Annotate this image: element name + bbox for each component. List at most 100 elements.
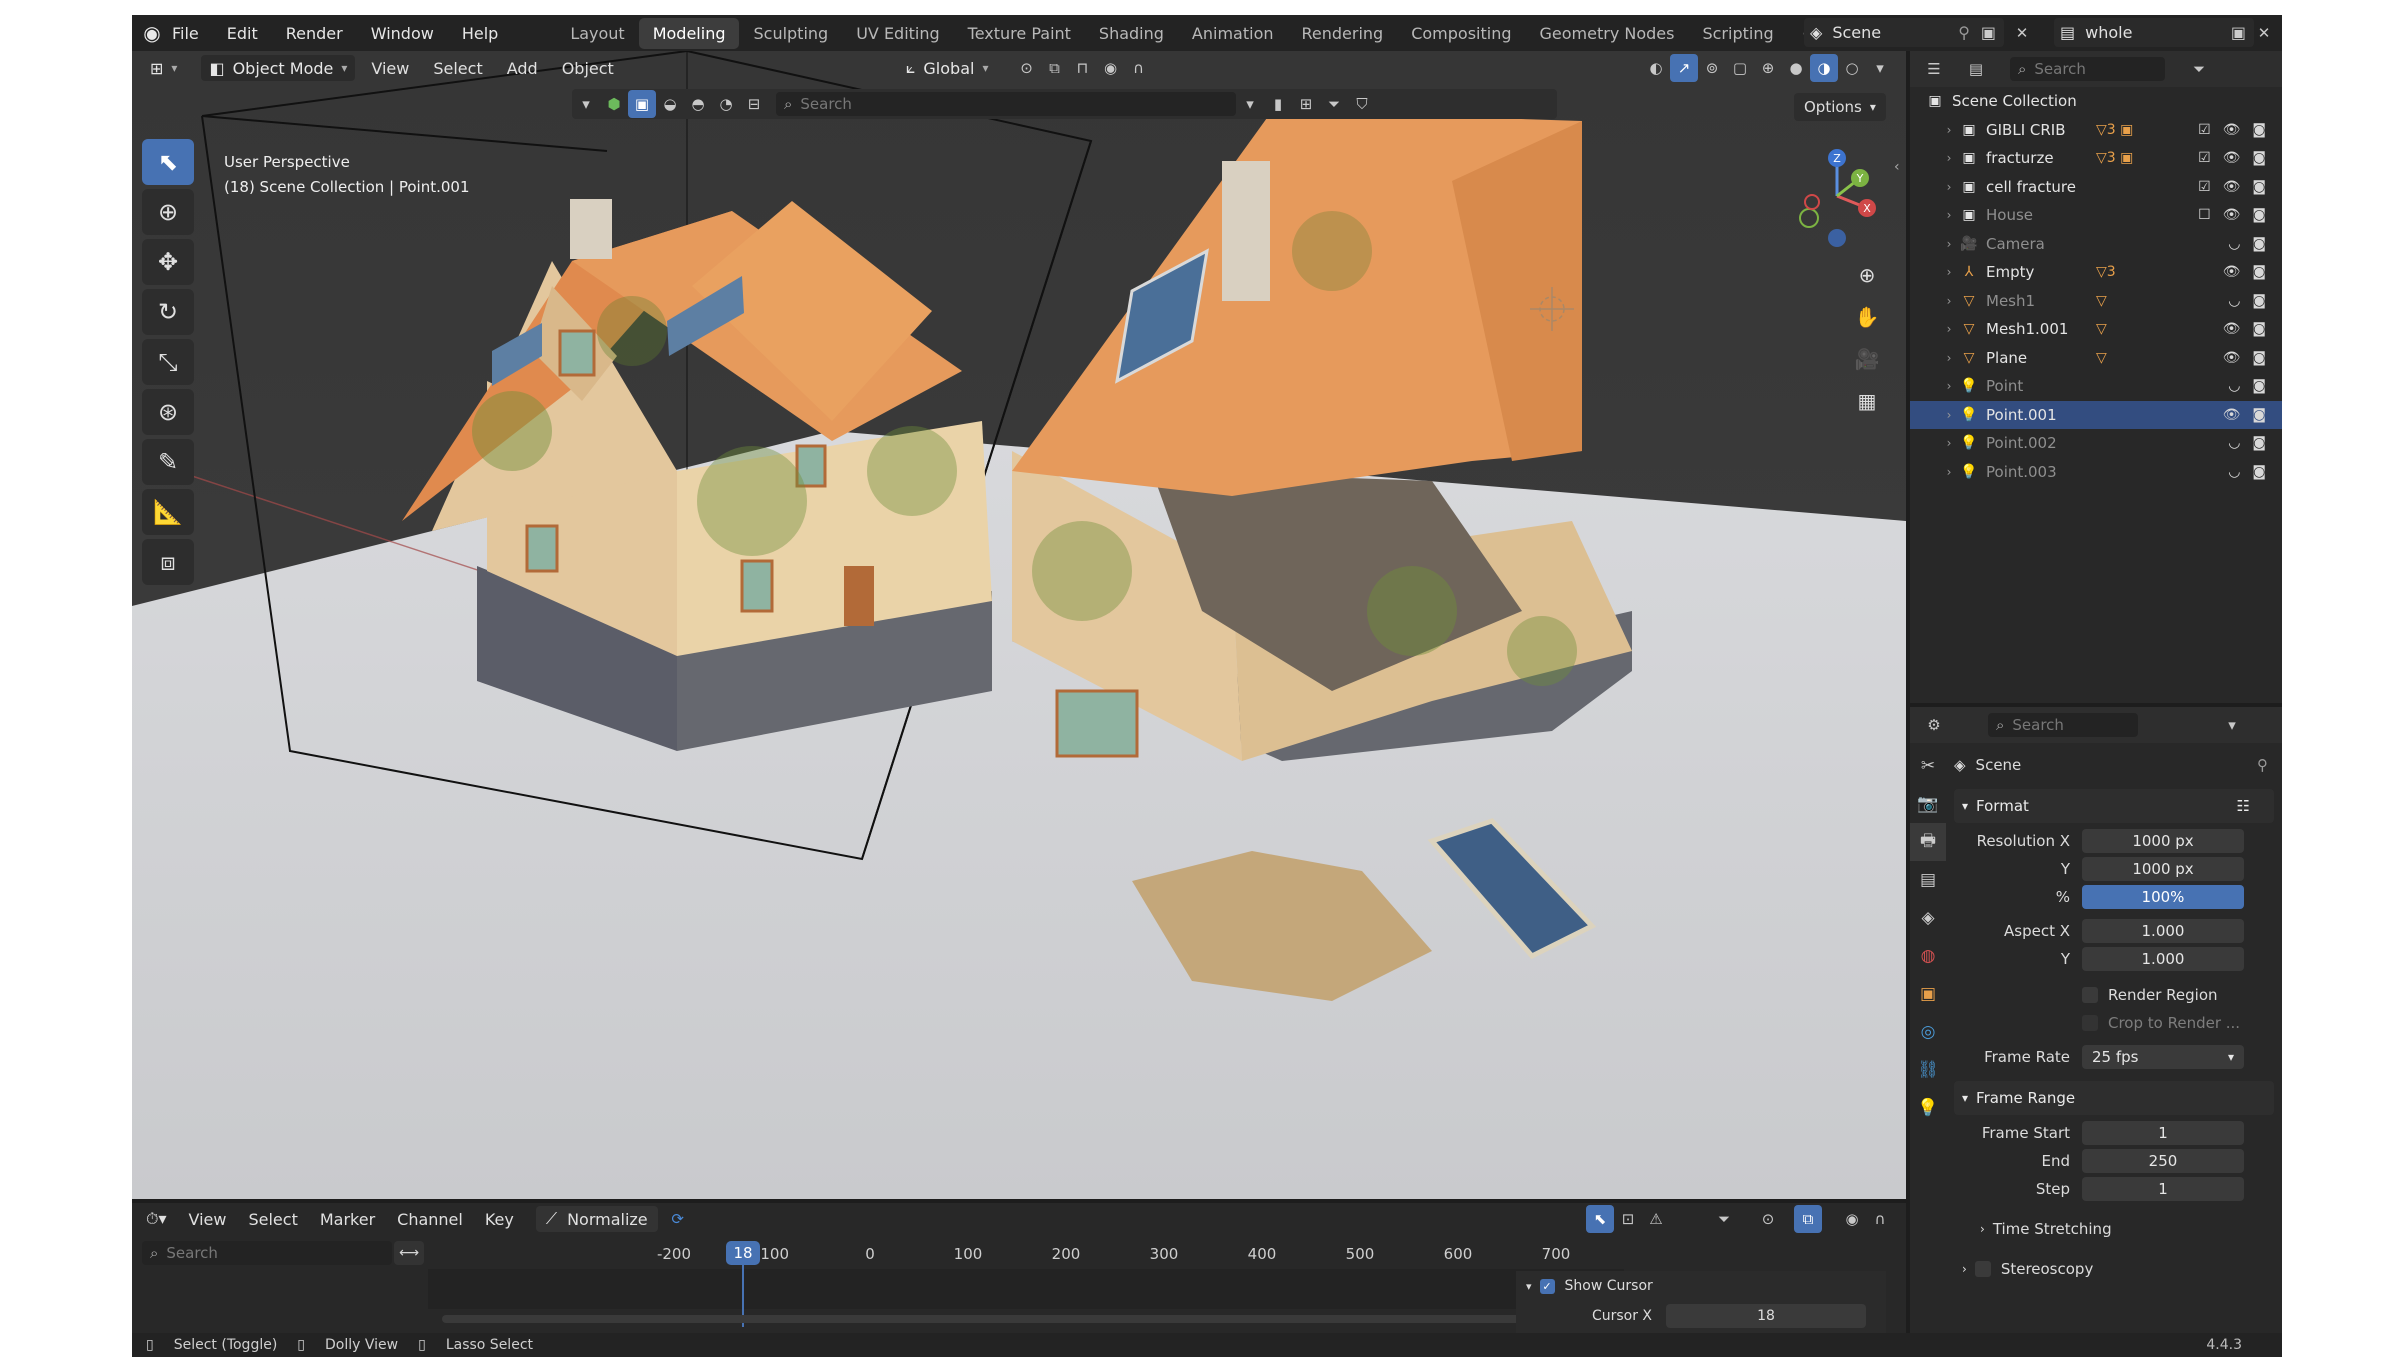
camera-render-icon[interactable]: ◙ bbox=[2252, 236, 2266, 252]
solid-shading-icon[interactable]: ● bbox=[1782, 54, 1810, 82]
constraints-tab-icon[interactable]: ⛓ bbox=[1910, 1051, 1946, 1089]
camera-render-icon[interactable]: ◙ bbox=[2252, 321, 2266, 337]
new-view-layer-icon[interactable]: ▣ bbox=[2231, 23, 2246, 42]
resolution-x-field[interactable]: 1000 px bbox=[2082, 829, 2244, 853]
only-selected-icon[interactable]: ⬉ bbox=[1586, 1205, 1614, 1233]
shading-options-icon[interactable]: ▾ bbox=[1866, 54, 1894, 82]
outliner-editor-type-icon[interactable]: ☰ bbox=[1920, 55, 1948, 83]
snap-icon[interactable]: ⧉ bbox=[1040, 54, 1068, 82]
camera-render-icon[interactable]: ◙ bbox=[2252, 435, 2266, 451]
timeline-snap-icon[interactable]: ⧉ bbox=[1794, 1205, 1822, 1233]
pivot-point-icon[interactable]: ⊙ bbox=[1754, 1205, 1782, 1233]
pin-icon[interactable]: ⚲ bbox=[2257, 756, 2268, 774]
format-section-header[interactable]: ▾ Format ☷ bbox=[1954, 789, 2274, 823]
new-scene-icon[interactable]: ▣ bbox=[1981, 23, 1996, 42]
filter-dropdown-icon[interactable]: ▾ bbox=[1236, 90, 1264, 118]
camera-render-icon[interactable]: ◙ bbox=[2252, 464, 2266, 480]
expand-chevron-icon[interactable]: › bbox=[1940, 322, 1958, 336]
eye-icon[interactable]: ◡ bbox=[2228, 464, 2240, 480]
object-type-icon[interactable]: ⬢ bbox=[600, 90, 628, 118]
timeline-editor-type-icon[interactable]: ⏱▾ bbox=[146, 1209, 167, 1229]
timeline-menu-marker[interactable]: Marker bbox=[320, 1210, 375, 1229]
timeline-menu-select[interactable]: Select bbox=[248, 1210, 297, 1229]
properties-editor-type-icon[interactable]: ⚙ bbox=[1920, 711, 1948, 739]
sidebar-toggle-icon[interactable]: ‹ bbox=[1894, 159, 1900, 175]
exclude-checkbox-icon[interactable]: ☑ bbox=[2198, 122, 2211, 138]
select-box-icon[interactable]: ▣ bbox=[628, 90, 656, 118]
camera-render-icon[interactable]: ◙ bbox=[2252, 264, 2266, 280]
menu-window[interactable]: Window bbox=[371, 24, 434, 43]
timeline-menu-view[interactable]: View bbox=[189, 1210, 227, 1229]
aspect-x-field[interactable]: 1.000 bbox=[2082, 919, 2244, 943]
select-intersect-icon[interactable]: ⊟ bbox=[740, 90, 768, 118]
show-cursor-row[interactable]: ▾ ✓ Show Cursor bbox=[1516, 1271, 1886, 1301]
scene-collection-row[interactable]: ▣ Scene Collection bbox=[1910, 87, 2282, 116]
outliner-row[interactable]: › ▽ Mesh1.001 ▽ 👁 ◙ bbox=[1910, 315, 2282, 344]
properties-options-icon[interactable]: ▾ bbox=[2218, 711, 2246, 739]
outliner-row[interactable]: › 🎥 Camera ◡ ◙ bbox=[1910, 230, 2282, 259]
show-hidden-icon[interactable]: ⊡ bbox=[1614, 1205, 1642, 1233]
eye-icon[interactable]: 👁 bbox=[2223, 122, 2241, 138]
proportional-edit-icon[interactable]: ◉ bbox=[1096, 54, 1124, 82]
crop-to-render-checkbox[interactable] bbox=[2082, 1015, 2098, 1031]
viewport-search-input[interactable]: ⌕ Search bbox=[776, 92, 1236, 116]
pin-icon[interactable]: ⚲ bbox=[1958, 23, 1970, 42]
preset-list-icon[interactable]: ☷ bbox=[2237, 797, 2250, 815]
resolution-percent-slider[interactable]: 100% bbox=[2082, 885, 2244, 909]
eye-icon[interactable]: 👁 bbox=[2223, 264, 2241, 280]
3d-viewport[interactable]: ⊞ ▾ ◧ Object Mode ▾ View Select Add Object … bbox=[132, 51, 1906, 1199]
falloff-icon[interactable]: ∩ bbox=[1124, 54, 1152, 82]
pan-hand-icon[interactable]: ✋ bbox=[1848, 298, 1886, 336]
outliner-row[interactable]: › ▣ GIBLI CRIB ▽3 ▣ ☑ 👁 ◙ bbox=[1910, 116, 2282, 145]
channel-region[interactable] bbox=[428, 1269, 1624, 1309]
eye-icon[interactable]: ◡ bbox=[2228, 378, 2240, 394]
outliner-row[interactable]: › 💡 Point.002 ◡ ◙ bbox=[1910, 429, 2282, 458]
gizmo-toggle-icon[interactable]: ↗ bbox=[1670, 54, 1698, 82]
tab-animation[interactable]: Animation bbox=[1178, 18, 1288, 49]
outliner-row[interactable]: › ▣ House ☐ 👁 ◙ bbox=[1910, 201, 2282, 230]
outliner-row[interactable]: › ⅄ Empty ▽3 👁 ◙ bbox=[1910, 258, 2282, 287]
rotate-tool-icon[interactable]: ↻ bbox=[142, 289, 194, 335]
tab-sculpting[interactable]: Sculpting bbox=[739, 18, 842, 49]
outliner-row[interactable]: › 💡 Point ◡ ◙ bbox=[1910, 372, 2282, 401]
viewport-menu-object[interactable]: Object bbox=[562, 59, 614, 78]
world-tab-icon[interactable]: ◍ bbox=[1910, 937, 1946, 975]
camera-render-icon[interactable]: ◙ bbox=[2252, 122, 2266, 138]
camera-render-icon[interactable]: ◙ bbox=[2252, 293, 2266, 309]
xray-toggle-icon[interactable]: ▢ bbox=[1726, 54, 1754, 82]
object-tab-icon[interactable]: ▣ bbox=[1910, 975, 1946, 1013]
orientation-selector[interactable]: ⟀ Global ▾ bbox=[898, 55, 997, 81]
perspective-grid-icon[interactable]: ▦ bbox=[1848, 382, 1886, 420]
expand-chevron-icon[interactable]: › bbox=[1940, 408, 1958, 422]
expand-chevron-icon[interactable]: › bbox=[1940, 351, 1958, 365]
bookmark-icon[interactable]: ▮ bbox=[1264, 90, 1292, 118]
outliner-row[interactable]: › 💡 Point.003 ◡ ◙ bbox=[1910, 458, 2282, 487]
eye-icon[interactable]: 👁 bbox=[2223, 321, 2241, 337]
outliner-row[interactable]: › ▽ Mesh1 ▽ ◡ ◙ bbox=[1910, 287, 2282, 316]
tab-compositing[interactable]: Compositing bbox=[1397, 18, 1525, 49]
eye-icon[interactable]: 👁 bbox=[2223, 207, 2241, 223]
stereoscopy-row[interactable]: › Stereoscopy bbox=[1954, 1255, 2274, 1283]
data-tab-icon[interactable]: 💡 bbox=[1910, 1089, 1946, 1127]
timeline-proportional-icon[interactable]: ◉ bbox=[1838, 1205, 1866, 1233]
viewport-menu-select[interactable]: Select bbox=[433, 59, 482, 78]
menu-help[interactable]: Help bbox=[462, 24, 498, 43]
expand-chevron-icon[interactable]: › bbox=[1940, 379, 1958, 393]
move-tool-icon[interactable]: ✥ bbox=[142, 239, 194, 285]
horizontal-scrollbar[interactable] bbox=[442, 1315, 1622, 1323]
eye-icon[interactable]: 👁 bbox=[2223, 179, 2241, 195]
expand-chevron-icon[interactable]: › bbox=[1940, 151, 1958, 165]
snap-target-icon[interactable]: ⊓ bbox=[1068, 54, 1096, 82]
add-cube-tool-icon[interactable]: ⧈ bbox=[142, 539, 194, 585]
eye-icon[interactable]: ◡ bbox=[2228, 236, 2240, 252]
close-view-layer-icon[interactable]: ✕ bbox=[2250, 19, 2278, 47]
camera-render-icon[interactable]: ◙ bbox=[2252, 378, 2266, 394]
blender-logo-icon[interactable]: ◉ bbox=[132, 15, 172, 51]
timeline-search-input[interactable]: ⌕ Search bbox=[142, 1241, 392, 1265]
outliner-row[interactable]: › 💡 Point.001 👁 ◙ bbox=[1910, 400, 2282, 429]
outliner-filter-icon[interactable]: ⏷ bbox=[2185, 55, 2213, 83]
expand-chevron-icon[interactable]: › bbox=[1940, 294, 1958, 308]
pivot-icon[interactable]: ⊙ bbox=[1012, 54, 1040, 82]
auto-normalize-icon[interactable]: ⟳ bbox=[664, 1205, 692, 1233]
select-extend-icon[interactable]: ◒ bbox=[656, 90, 684, 118]
